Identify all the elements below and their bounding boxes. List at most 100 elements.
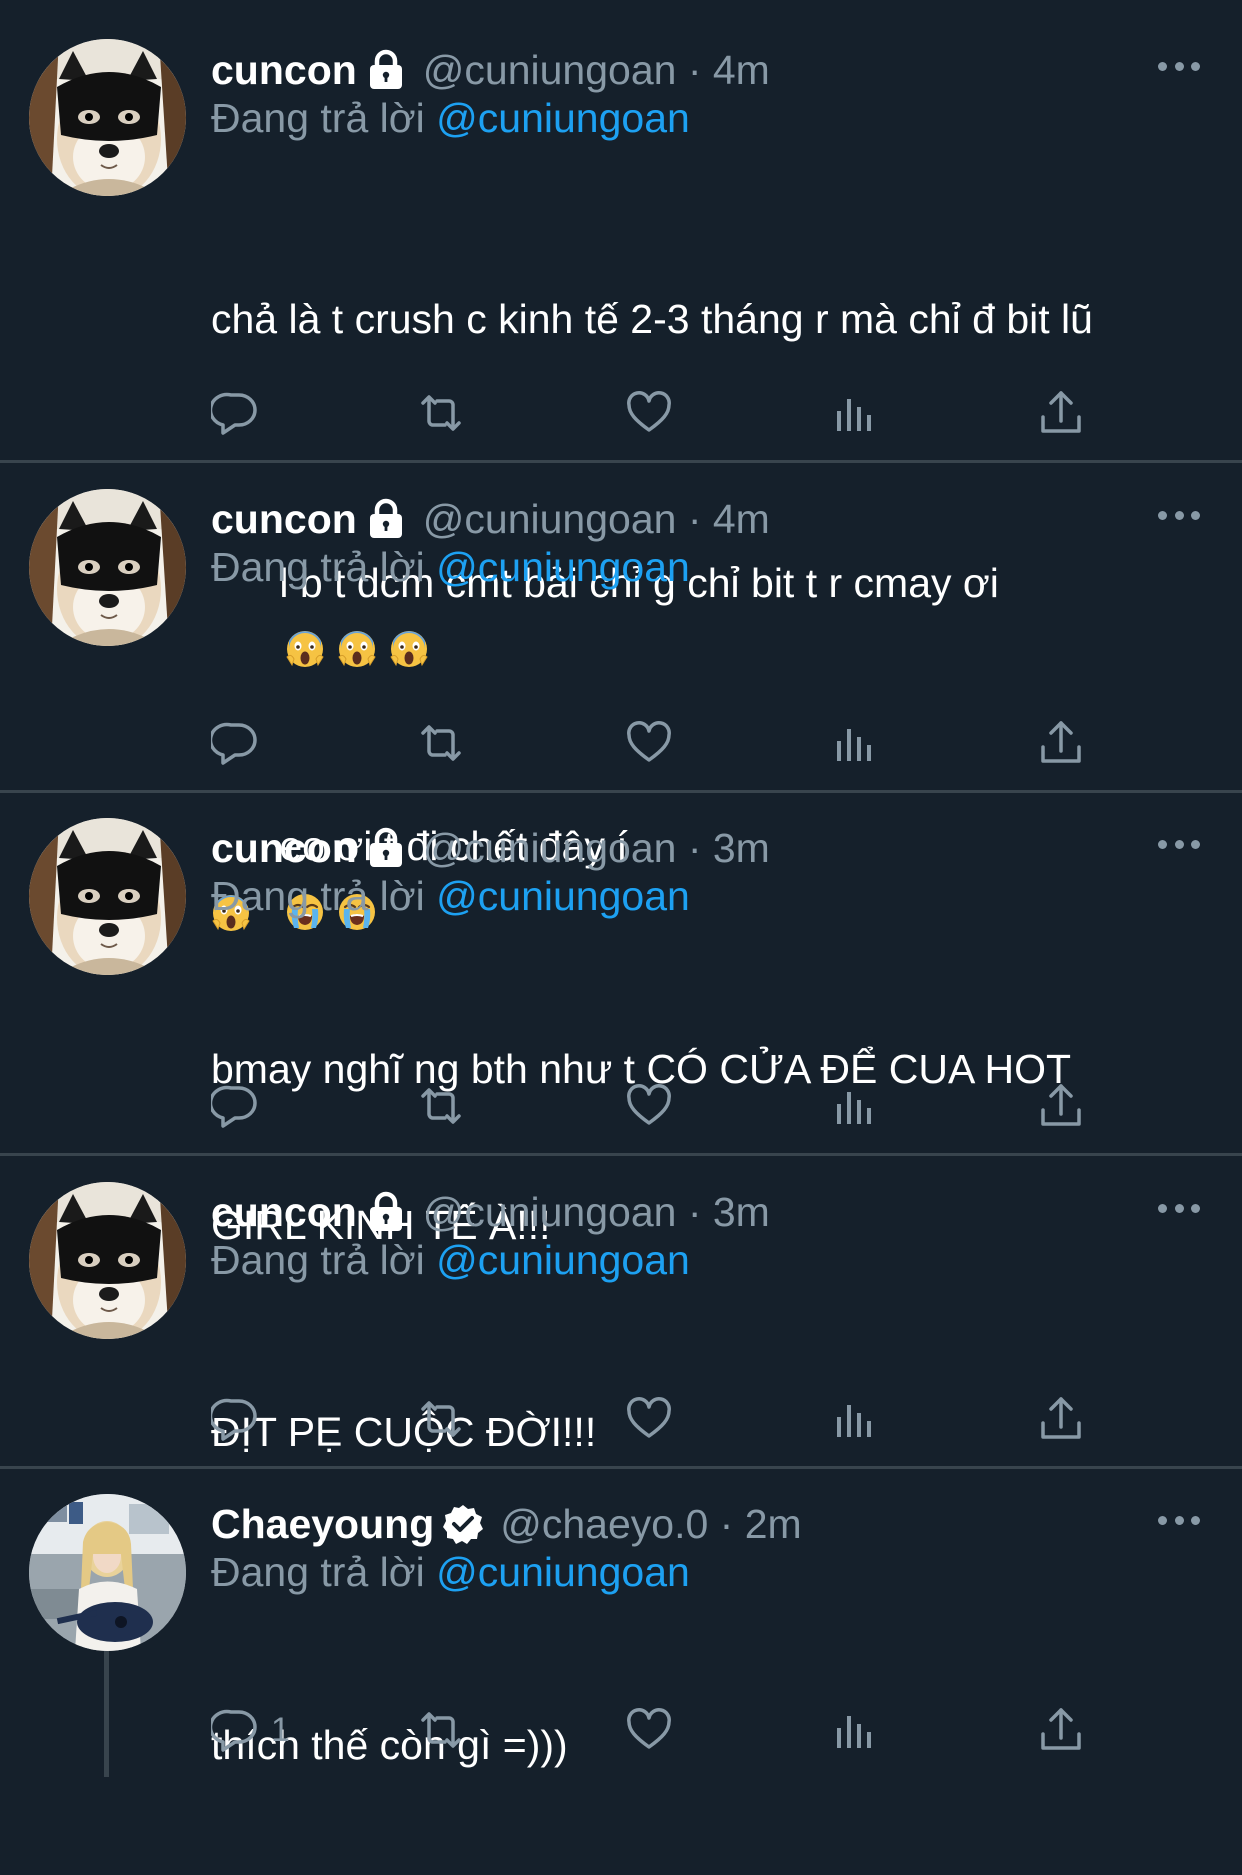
analytics-button[interactable]: [831, 1705, 879, 1755]
lock-icon: [365, 498, 407, 540]
like-button[interactable]: [625, 1705, 673, 1755]
replying-to-mention[interactable]: @cuniungoan: [436, 873, 690, 919]
display-name[interactable]: cuncon: [211, 1189, 357, 1236]
tweet-3[interactable]: cuncon @cuniungoan · 3m Đang trả lời @cu…: [0, 793, 1242, 1248]
display-name[interactable]: cuncon: [211, 47, 357, 94]
display-name[interactable]: cuncon: [211, 496, 357, 543]
tweet-header: cuncon @cuniungoan · 3m: [211, 1186, 770, 1238]
replying-to-label: Đang trả lời: [211, 1237, 425, 1283]
like-button[interactable]: [625, 388, 673, 438]
retweet-icon: [417, 1706, 465, 1754]
analytics-button[interactable]: [831, 1394, 879, 1444]
avatar[interactable]: [29, 39, 186, 196]
retweet-button[interactable]: [417, 1394, 465, 1444]
like-icon: [625, 389, 673, 437]
more-options-icon[interactable]: [1158, 1510, 1200, 1530]
tweet-2[interactable]: cuncon @cuniungoan · 4m Đang trả lời @cu…: [0, 463, 1242, 793]
handle-and-time: @chaeyo.0 · 2m: [500, 1500, 802, 1547]
retweet-button[interactable]: [417, 1705, 465, 1755]
handle-and-time: @cuniungoan · 4m: [422, 46, 770, 93]
share-button[interactable]: [1037, 1081, 1085, 1131]
replying-to-mention[interactable]: @cuniungoan: [436, 95, 690, 141]
replying-to-mention[interactable]: @cuniungoan: [436, 1549, 690, 1595]
reply-icon: [211, 1706, 259, 1754]
analytics-icon: [831, 389, 879, 437]
tweet-header: cuncon @cuniungoan · 4m: [211, 44, 770, 96]
tweet-1[interactable]: cuncon @cuniungoan · 4m Đang trả lời @cu…: [0, 0, 1242, 463]
verified-icon: [442, 1503, 484, 1545]
tweet-5[interactable]: Chaeyoung @chaeyo.0 · 2m Đang trả lời @c…: [0, 1469, 1242, 1777]
tweet-header: cuncon @cuniungoan · 3m: [211, 822, 770, 874]
retweet-icon: [417, 1082, 465, 1130]
reply-button[interactable]: [211, 388, 271, 438]
handle-and-time: @cuniungoan · 3m: [422, 1188, 770, 1235]
share-button[interactable]: [1037, 718, 1085, 768]
like-icon: [625, 1082, 673, 1130]
analytics-button[interactable]: [831, 718, 879, 768]
like-icon: [625, 1395, 673, 1443]
retweet-icon: [417, 389, 465, 437]
thread-line: [104, 1644, 109, 1777]
replying-to-label: Đang trả lời: [211, 95, 425, 141]
display-name[interactable]: Chaeyoung: [211, 1501, 434, 1548]
reply-button[interactable]: [211, 718, 271, 768]
replying-to: Đang trả lời @cuniungoan: [211, 1234, 690, 1286]
replying-to-label: Đang trả lời: [211, 1549, 425, 1595]
analytics-icon: [831, 1706, 879, 1754]
replying-to: Đang trả lời @cuniungoan: [211, 870, 690, 922]
replying-to-mention[interactable]: @cuniungoan: [436, 544, 690, 590]
reply-button[interactable]: 1: [211, 1705, 290, 1755]
lock-icon: [365, 827, 407, 869]
analytics-button[interactable]: [831, 388, 879, 438]
avatar[interactable]: [29, 489, 186, 646]
more-options-icon[interactable]: [1158, 834, 1200, 854]
share-button[interactable]: [1037, 388, 1085, 438]
analytics-button[interactable]: [831, 1081, 879, 1131]
display-name[interactable]: cuncon: [211, 825, 357, 872]
replying-to-mention[interactable]: @cuniungoan: [436, 1237, 690, 1283]
replying-to-label: Đang trả lời: [211, 544, 425, 590]
analytics-icon: [831, 719, 879, 767]
reply-count: 1: [271, 1710, 290, 1749]
lock-icon: [365, 1191, 407, 1233]
retweet-button[interactable]: [417, 1081, 465, 1131]
reply-icon: [211, 1395, 259, 1443]
avatar[interactable]: [29, 1182, 186, 1339]
avatar[interactable]: [29, 1494, 186, 1651]
retweet-icon: [417, 719, 465, 767]
handle-and-time: @cuniungoan · 4m: [422, 495, 770, 542]
share-button[interactable]: [1037, 1705, 1085, 1755]
share-button[interactable]: [1037, 1394, 1085, 1444]
more-options-icon[interactable]: [1158, 56, 1200, 76]
avatar[interactable]: [29, 818, 186, 975]
like-button[interactable]: [625, 1394, 673, 1444]
like-icon: [625, 1706, 673, 1754]
reply-button[interactable]: [211, 1081, 271, 1131]
retweet-icon: [417, 1395, 465, 1443]
more-options-icon[interactable]: [1158, 505, 1200, 525]
share-icon: [1037, 1706, 1085, 1754]
retweet-button[interactable]: [417, 718, 465, 768]
replying-to: Đang trả lời @cuniungoan: [211, 1546, 690, 1598]
retweet-button[interactable]: [417, 388, 465, 438]
like-button[interactable]: [625, 1081, 673, 1131]
lock-icon: [365, 49, 407, 91]
handle-and-time: @cuniungoan · 3m: [422, 824, 770, 871]
tweet-text-line: chả là t crush c kinh tế 2-3 tháng r mà …: [211, 296, 1093, 342]
share-icon: [1037, 1082, 1085, 1130]
like-button[interactable]: [625, 718, 673, 768]
share-icon: [1037, 1395, 1085, 1443]
analytics-icon: [831, 1395, 879, 1443]
replying-to-label: Đang trả lời: [211, 873, 425, 919]
reply-icon: [211, 719, 259, 767]
reply-icon: [211, 389, 259, 437]
analytics-icon: [831, 1082, 879, 1130]
reply-button[interactable]: [211, 1394, 271, 1444]
share-icon: [1037, 719, 1085, 767]
like-icon: [625, 719, 673, 767]
more-options-icon[interactable]: [1158, 1198, 1200, 1218]
share-icon: [1037, 389, 1085, 437]
tweet-header: Chaeyoung @chaeyo.0 · 2m: [211, 1498, 802, 1550]
tweet-4[interactable]: cuncon @cuniungoan · 3m Đang trả lời @cu…: [0, 1156, 1242, 1469]
tweet-header: cuncon @cuniungoan · 4m: [211, 493, 770, 545]
